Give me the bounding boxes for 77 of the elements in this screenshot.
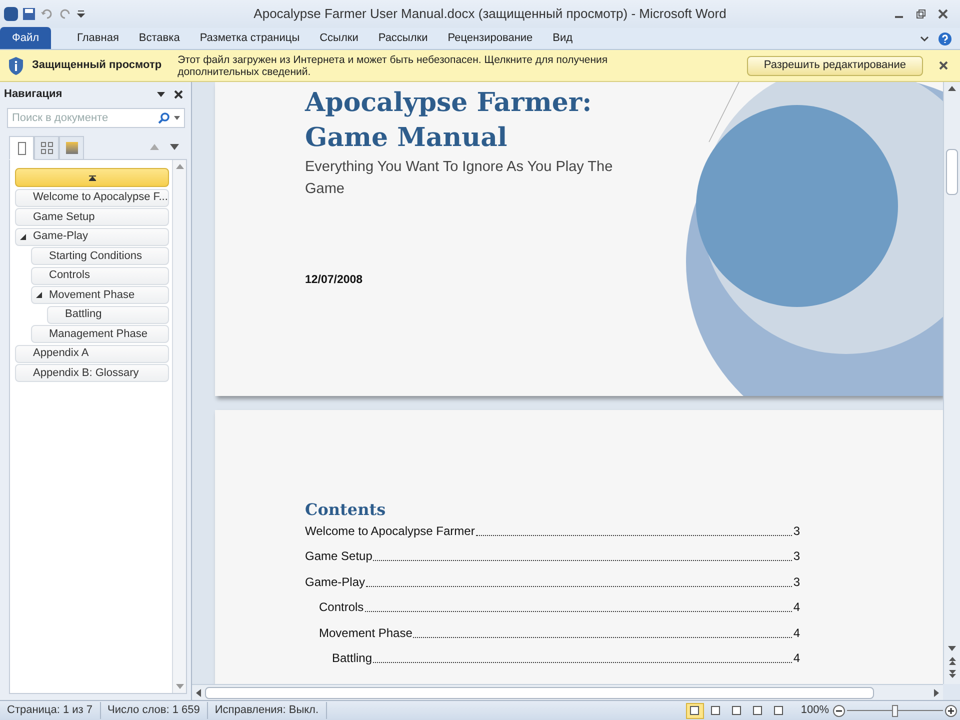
message-title: Защищенный просмотр: [32, 58, 162, 74]
document-title: Apocalypse Farmer:: [305, 87, 593, 120]
heading-item[interactable]: Welcome to Apocalypse F...: [15, 188, 169, 206]
heading-item[interactable]: Game-Play: [15, 228, 169, 246]
heading-item[interactable]: Controls: [31, 266, 169, 284]
toc-entry[interactable]: Movement Phase: [319, 624, 412, 642]
document-subtitle: Everything You Want To Ignore As You Play The Game: [305, 158, 614, 199]
window-title: Apocalypse Farmer User Manual.docx (защищенный просмотр) - Microsoft Word: [254, 5, 726, 24]
heading-item[interactable]: Appendix A: [15, 344, 169, 362]
toc-page-number: 4: [793, 624, 800, 642]
toc-page-number: 3: [793, 574, 800, 590]
expanded-icon[interactable]: [36, 292, 42, 298]
toc-page-number: 4: [793, 650, 800, 667]
ribbon-tab[interactable]: Вставка: [128, 27, 190, 49]
zoom-level[interactable]: 100%: [800, 702, 829, 719]
horizontal-scrollbar[interactable]: [192, 684, 943, 700]
close-icon[interactable]: [939, 61, 948, 70]
pane-title: Навигация: [4, 86, 62, 102]
heading-item[interactable]: Appendix B: Glossary: [15, 364, 169, 382]
shield-icon: [8, 56, 24, 76]
toc-page-number: 4: [793, 599, 800, 616]
ribbon-tab[interactable]: Ссылки: [310, 27, 368, 49]
toc-entry[interactable]: Game-Play: [305, 572, 366, 590]
pages-tab[interactable]: [34, 136, 59, 160]
results-tab[interactable]: [59, 136, 84, 160]
heading-item[interactable]: Starting Conditions: [31, 247, 169, 265]
view-button[interactable]: [686, 702, 704, 718]
headings-tab[interactable]: [9, 136, 34, 160]
ribbon-tab[interactable]: Главная: [67, 27, 129, 49]
search-box[interactable]: Поиск в документе: [7, 108, 185, 128]
toc-entry[interactable]: Controls: [319, 598, 364, 616]
scroll-down-icon[interactable]: [948, 646, 956, 651]
collapse-icon[interactable]: [88, 174, 96, 180]
zoom-in-icon[interactable]: [945, 704, 957, 716]
enable-editing-button[interactable]: Разрешить редактирование: [746, 56, 923, 76]
next-page-icon[interactable]: [948, 670, 956, 678]
restore-icon[interactable]: [916, 9, 926, 19]
status-item[interactable]: Страница: 1 из 7: [0, 702, 101, 719]
contents-heading: Contents: [305, 500, 387, 520]
dropdown-icon[interactable]: [156, 89, 166, 99]
scroll-thumb[interactable]: [946, 149, 958, 195]
status-item[interactable]: Исправления: Выкл.: [208, 702, 327, 719]
toc-entry[interactable]: Welcome to Apocalypse Farmer: [305, 522, 475, 540]
search-field[interactable]: Поиск в документе: [12, 110, 158, 126]
message-text[interactable]: Этот файл загружен из Интернета и может быть небезопасен. Щелкните для получения дополнительных сведений.: [178, 54, 658, 78]
toc-page-number: 3: [793, 548, 800, 565]
vertical-scrollbar[interactable]: [943, 82, 960, 684]
ribbon-tab[interactable]: Рассылки: [368, 27, 438, 49]
scroll-right-icon[interactable]: [934, 688, 939, 696]
close-icon[interactable]: [174, 90, 183, 98]
scroll-left-icon[interactable]: [196, 688, 201, 696]
save-icon[interactable]: [22, 7, 36, 21]
document-date: 12/07/2008: [305, 273, 364, 288]
zoom-slider[interactable]: [847, 704, 943, 716]
expanded-icon[interactable]: [20, 234, 26, 240]
next-heading-icon[interactable]: [170, 144, 179, 151]
ribbon-tab[interactable]: Файл: [0, 27, 52, 49]
dropdown-icon[interactable]: [174, 115, 180, 121]
scroll-thumb[interactable]: [205, 686, 874, 698]
heading-item[interactable]: Movement Phase: [31, 286, 169, 304]
previous-page-icon[interactable]: [948, 657, 956, 665]
ribbon-tab[interactable]: Разметка страницы: [190, 27, 310, 49]
toc-entry[interactable]: Game Setup: [305, 547, 372, 565]
heading-item[interactable]: Management Phase: [31, 325, 169, 343]
search-icon[interactable]: [158, 112, 170, 124]
scroll-up-icon[interactable]: [948, 86, 956, 91]
heading-item[interactable]: Battling: [47, 306, 169, 324]
document-title: Game Manual: [305, 122, 508, 155]
heading-item[interactable]: Game Setup: [15, 208, 169, 226]
status-item[interactable]: Число слов: 1 659: [100, 702, 208, 719]
ribbon-tab[interactable]: Рецензирование: [438, 27, 543, 49]
ribbon-tab[interactable]: Вид: [542, 27, 583, 49]
help-icon[interactable]: [938, 32, 952, 46]
close-icon[interactable]: [938, 9, 948, 19]
toc-entry[interactable]: Battling: [332, 649, 372, 667]
toc-page-number: 3: [793, 522, 800, 540]
zoom-out-icon[interactable]: [833, 704, 845, 716]
